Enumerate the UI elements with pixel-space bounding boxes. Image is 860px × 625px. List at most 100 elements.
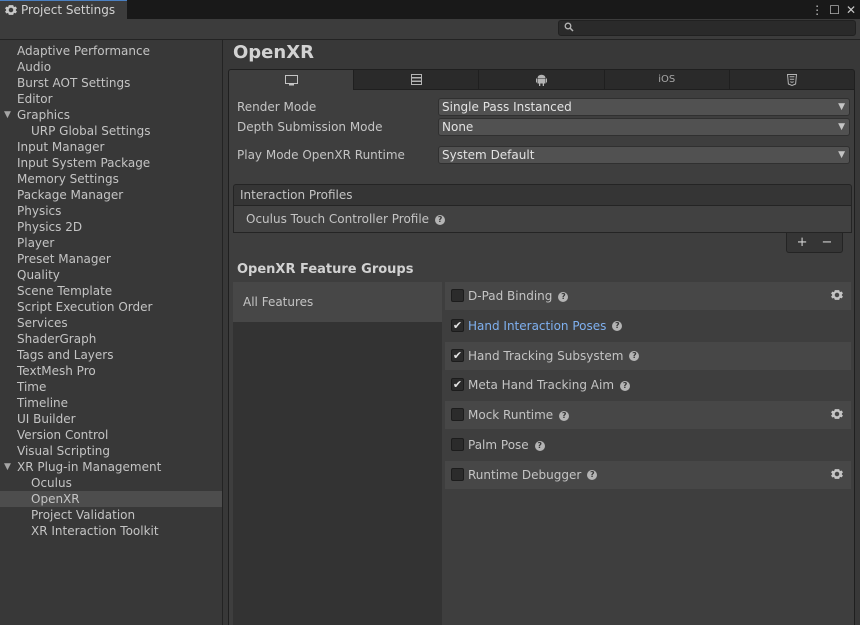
depth-submission-dropdown[interactable]: None ▼	[438, 118, 850, 136]
feature-row: ✔ Hand Interaction Poses?	[445, 312, 851, 340]
play-mode-runtime-dropdown[interactable]: System Default ▼	[438, 146, 850, 164]
fold-triangle-icon[interactable]: ▼	[4, 107, 11, 123]
sidebar-item-label: ShaderGraph	[17, 332, 97, 346]
feature-groups-title: OpenXR Feature Groups	[237, 262, 414, 277]
sidebar-item[interactable]: Version Control	[0, 427, 222, 443]
feature-label: Meta Hand Tracking Aim?	[468, 371, 631, 399]
profiles-add-remove: + −	[786, 233, 843, 253]
sidebar-item[interactable]: Script Execution Order	[0, 299, 222, 315]
depth-submission-value: None	[442, 120, 474, 134]
play-mode-runtime-label: Play Mode OpenXR Runtime	[237, 148, 405, 162]
feature-group-all-features[interactable]: All Features	[233, 282, 442, 322]
sidebar-item[interactable]: Oculus	[0, 475, 222, 491]
feature-name: Hand Tracking Subsystem	[468, 348, 624, 363]
sidebar-item[interactable]: ▼ Graphics	[0, 107, 222, 123]
sidebar-item[interactable]: Editor	[0, 91, 222, 107]
sidebar-item[interactable]: Burst AOT Settings	[0, 75, 222, 91]
sidebar-item[interactable]: Scene Template	[0, 283, 222, 299]
tab-server[interactable]	[354, 69, 480, 90]
sidebar-item[interactable]: Preset Manager	[0, 251, 222, 267]
window-menu-button[interactable]: ⋮	[811, 3, 823, 17]
sidebar-item[interactable]: URP Global Settings	[0, 123, 222, 139]
add-profile-button[interactable]: +	[797, 235, 808, 250]
interaction-profiles-header: Interaction Profiles	[233, 184, 852, 206]
feature-label: Runtime Debugger?	[468, 461, 598, 489]
sidebar-item[interactable]: Services	[0, 315, 222, 331]
sidebar-item[interactable]: XR Interaction Toolkit	[0, 523, 222, 539]
gear-icon[interactable]	[831, 468, 843, 483]
help-icon[interactable]: ?	[612, 321, 623, 332]
html5-icon	[786, 73, 797, 86]
tab-standalone[interactable]	[228, 69, 355, 90]
feature-name: Palm Pose	[468, 438, 529, 452]
feature-checkbox[interactable]: ✔	[451, 318, 464, 332]
render-mode-dropdown[interactable]: Single Pass Instanced ▼	[438, 98, 850, 116]
feature-name: D-Pad Binding	[468, 289, 553, 303]
feature-checkbox[interactable]: ✔	[451, 378, 464, 392]
gear-icon[interactable]	[831, 408, 843, 423]
help-icon[interactable]: ?	[620, 380, 631, 391]
help-icon[interactable]: ?	[629, 351, 640, 362]
search-input[interactable]	[558, 20, 856, 36]
fold-triangle-icon[interactable]: ▼	[4, 459, 11, 475]
gear-icon[interactable]	[831, 289, 843, 304]
sidebar-item-label: XR Plug-in Management	[17, 460, 162, 474]
feature-checkbox[interactable]	[451, 467, 464, 481]
sidebar-item[interactable]: Memory Settings	[0, 171, 222, 187]
sidebar-item[interactable]: Audio	[0, 59, 222, 75]
sidebar-item[interactable]: Package Manager	[0, 187, 222, 203]
sidebar-item-label: Timeline	[17, 396, 69, 410]
sidebar-item[interactable]: Input System Package	[0, 155, 222, 171]
maximize-button[interactable]: ☐	[829, 3, 840, 17]
remove-profile-button[interactable]: −	[822, 235, 833, 250]
tab-webgl[interactable]	[729, 69, 856, 90]
tab-android[interactable]	[479, 69, 605, 90]
sidebar-item[interactable]: Physics	[0, 203, 222, 219]
sidebar-item-label: URP Global Settings	[31, 124, 151, 138]
sidebar-item[interactable]: TextMesh Pro	[0, 363, 222, 379]
interaction-profiles-list: Oculus Touch Controller Profile?	[233, 206, 852, 233]
sidebar-item-label: Visual Scripting	[17, 444, 110, 458]
sidebar-item-label: Version Control	[17, 428, 109, 442]
sidebar-item-label: Package Manager	[17, 188, 124, 202]
sidebar-item[interactable]: Input Manager	[0, 139, 222, 155]
sidebar-item[interactable]: ▼ XR Plug-in Management	[0, 459, 222, 475]
sidebar-item-label: Audio	[17, 60, 52, 74]
sidebar-item-label: Oculus	[31, 476, 72, 490]
help-icon[interactable]: ?	[587, 470, 598, 481]
gear-icon	[5, 5, 17, 15]
sidebar-item-label: Time	[17, 380, 47, 394]
feature-row: ✔ Meta Hand Tracking Aim?	[445, 371, 851, 399]
sidebar-item[interactable]: Physics 2D	[0, 219, 222, 235]
feature-checkbox[interactable]	[451, 438, 464, 451]
sidebar-item[interactable]: Tags and Layers	[0, 347, 222, 363]
sidebar-item[interactable]: Time	[0, 379, 222, 395]
sidebar-item[interactable]: ShaderGraph	[0, 331, 222, 347]
render-mode-label: Render Mode	[237, 100, 317, 114]
profile-item-oculus-touch[interactable]: Oculus Touch Controller Profile	[246, 212, 429, 226]
feature-checkbox[interactable]	[451, 408, 464, 422]
help-icon[interactable]: ?	[558, 291, 569, 302]
help-icon[interactable]: ?	[559, 410, 570, 421]
feature-checkbox[interactable]: ✔	[451, 348, 464, 362]
sidebar-item[interactable]: Adaptive Performance	[0, 43, 222, 59]
sidebar-item[interactable]: Timeline	[0, 395, 222, 411]
sidebar-item[interactable]: OpenXR	[0, 491, 222, 507]
feature-row: Mock Runtime?	[445, 401, 851, 430]
dropdown-arrow-icon: ▼	[838, 150, 845, 160]
sidebar-item[interactable]: Player	[0, 235, 222, 251]
tab-ios[interactable]: iOS	[604, 69, 730, 90]
sidebar-item[interactable]: Project Validation	[0, 507, 222, 523]
project-settings-tab[interactable]: Project Settings	[0, 0, 127, 19]
sidebar-item[interactable]: Visual Scripting	[0, 443, 222, 459]
sidebar-item-label: Script Execution Order	[17, 300, 153, 314]
sidebar-item-label: Preset Manager	[17, 252, 111, 266]
sidebar-item[interactable]: UI Builder	[0, 411, 222, 427]
close-button[interactable]: ✕	[846, 3, 856, 17]
monitor-icon	[284, 74, 298, 85]
help-icon[interactable]: ?	[534, 440, 545, 451]
feature-checkbox[interactable]	[451, 289, 464, 302]
help-icon[interactable]: ?	[435, 214, 446, 225]
feature-label: Mock Runtime?	[468, 401, 570, 429]
sidebar-item[interactable]: Quality	[0, 267, 222, 283]
